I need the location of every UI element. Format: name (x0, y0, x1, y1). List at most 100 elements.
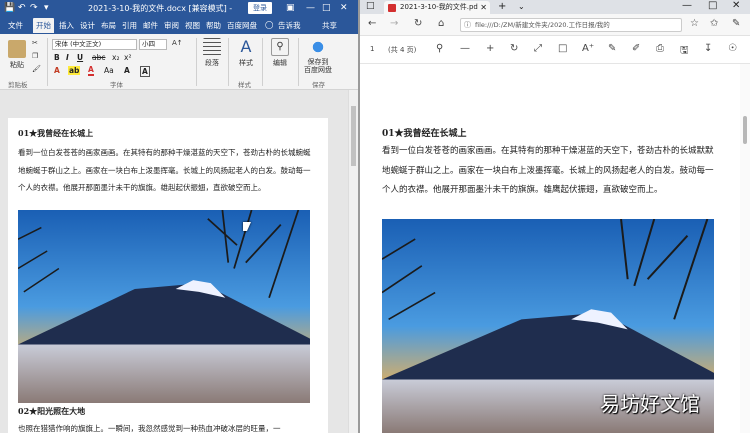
tab-baidu[interactable]: 百度网盘 (227, 20, 257, 31)
heading-1: 01★我曾经在长城上 (18, 128, 94, 138)
pdf-file-icon (388, 4, 396, 12)
save-icon[interactable]: 🖫 (680, 43, 689, 60)
paragraph-2: 也照在猎猎作响的旗旗上。一瞬间，我忽然感觉到一种热血冲破冰层的旺量，一 (18, 424, 281, 433)
forward-arrow-icon[interactable]: → (390, 18, 398, 29)
underline-button[interactable]: U (77, 53, 83, 62)
tab-view[interactable]: 视图 (185, 20, 200, 31)
tab-home[interactable]: 开始 (33, 18, 54, 33)
tell-me-search[interactable]: 告诉我 (278, 20, 301, 31)
strikethrough-button[interactable]: abc (92, 53, 105, 62)
tab-layout[interactable]: 布局 (101, 20, 116, 31)
tab-mailings[interactable]: 邮件 (143, 20, 158, 31)
char-border-icon[interactable]: A (140, 66, 150, 77)
pdf-scroll-thumb[interactable] (743, 116, 747, 144)
search-icon[interactable]: ⚲ (436, 43, 443, 54)
home-icon[interactable]: ⌂ (438, 18, 444, 29)
undo-icon[interactable]: ↶ (18, 3, 26, 13)
print-icon[interactable]: ⎙ (656, 43, 664, 54)
maximize-icon[interactable]: □ (322, 3, 331, 13)
highlight-icon[interactable]: ab (68, 66, 81, 75)
minimize-icon[interactable]: — (306, 3, 315, 13)
pen-icon[interactable]: ✎ (732, 18, 740, 29)
group-separator (262, 38, 263, 86)
tab-references[interactable]: 引用 (122, 20, 137, 31)
copy-icon[interactable]: ❐ (32, 52, 38, 60)
edge-tab-pdf[interactable]: 2021-3-10-我的文件.pd ✕ (384, 1, 490, 14)
font-size-select[interactable]: 小四 (139, 39, 167, 50)
save-to-baidu-button[interactable]: 保存到 百度网盘 (300, 38, 336, 74)
edge-close-icon[interactable]: ✕ (732, 0, 740, 11)
mouse-cursor-icon (243, 222, 251, 231)
save-to-baidu-label: 保存到 百度网盘 (304, 58, 332, 74)
tab-list-icon[interactable]: ⌄ (518, 2, 525, 11)
format-painter-icon[interactable]: 🖌 (32, 65, 41, 73)
tab-actions-icon[interactable]: □ (366, 1, 375, 11)
pdf-paragraph-1: 看到一位白发苍苍的画家画画。在其特有的那种干燥湛蓝的天空下，苍劲古朴的长城默默地… (382, 146, 714, 195)
tab-file[interactable]: 文件 (8, 20, 23, 31)
word-document-page[interactable]: 01★我曾经在长城上 看到一位白发苍苍的画家画画。在其特有的那种干燥湛蓝的天空下… (8, 118, 328, 433)
save-as-icon[interactable]: ↧ (704, 43, 712, 54)
tab-review[interactable]: 审阅 (164, 20, 179, 31)
new-tab-icon[interactable]: + (498, 1, 506, 12)
pdf-toolbar: 1 (共 4 页) ⚲ — + ↻ ⤢ □ A⁺ ✎ ✐ ⎙ 🖫 ↧ ☉ (360, 36, 750, 64)
group-font-label: 字体 (110, 81, 123, 89)
login-button[interactable]: 登录 (248, 2, 272, 14)
tab-close-icon[interactable]: ✕ (480, 1, 487, 14)
char-shading-icon[interactable]: A (124, 66, 130, 75)
url-text: file:///D:/ZM/新建文件夹/2020.工作日报/我的 (475, 21, 610, 29)
italic-button[interactable]: I (66, 53, 69, 62)
site-info-icon[interactable]: ⓘ (464, 19, 471, 31)
edge-pdf-window: □ 2021-3-10-我的文件.pd ✕ + ⌄ — □ ✕ ← → ↻ ⌂ … (360, 0, 750, 433)
paragraph-icon (203, 38, 221, 56)
tab-help[interactable]: 帮助 (206, 20, 221, 31)
redo-icon[interactable]: ↷ (30, 3, 38, 13)
font-name-select[interactable]: 宋体 (中文正文) (52, 39, 137, 50)
word-vertical-scrollbar[interactable] (348, 90, 358, 433)
plus-icon[interactable]: + (486, 43, 494, 54)
cut-icon[interactable]: ✂ (32, 39, 38, 47)
pdf-vertical-scrollbar[interactable] (740, 64, 750, 433)
word-window: 💾 ↶ ↷ ▾ 2021-3-10-我的文件.docx [兼容模式] - 登录 … (0, 0, 358, 433)
paste-button[interactable]: 粘贴 (6, 40, 28, 70)
back-arrow-icon[interactable]: ← (368, 18, 376, 29)
highlight-pen-icon[interactable]: ✐ (632, 43, 640, 54)
read-aloud-icon[interactable]: A⁺ (582, 43, 594, 54)
favorites-icon[interactable]: ✩ (710, 18, 718, 29)
clipboard-icon (8, 40, 26, 58)
rotate-icon[interactable]: ↻ (510, 43, 518, 54)
change-case-icon[interactable]: Aa (104, 66, 114, 75)
font-color-icon[interactable]: A (88, 66, 94, 76)
edge-minimize-icon[interactable]: — (682, 0, 692, 11)
grow-font-icon[interactable]: A↑ (172, 39, 183, 47)
text-effects-icon[interactable]: A (54, 66, 60, 75)
ribbon-options-icon[interactable]: ▣ (286, 3, 295, 13)
edge-maximize-icon[interactable]: □ (708, 0, 717, 11)
tab-insert[interactable]: 插入 (59, 20, 74, 31)
pdf-page[interactable]: 01★我曾经在长城上 看到一位白发苍苍的画家画画。在其特有的那种干燥湛蓝的天空下… (368, 70, 744, 433)
save-icon[interactable]: 💾 (4, 3, 15, 13)
draw-icon[interactable]: ✎ (608, 43, 616, 54)
close-icon[interactable]: ✕ (340, 3, 348, 13)
editing-button[interactable]: ⚲ 编辑 (268, 38, 292, 68)
bold-button[interactable]: B (54, 53, 60, 62)
group-save-label: 保存 (312, 81, 325, 89)
styles-button[interactable]: A 样式 (234, 38, 258, 68)
subscript-button[interactable]: x₂ (112, 53, 119, 62)
refresh-icon[interactable]: ↻ (414, 18, 422, 29)
tab-design[interactable]: 设计 (80, 20, 95, 31)
page-number-input[interactable]: 1 (370, 45, 374, 53)
word-scroll-thumb[interactable] (351, 106, 356, 166)
share-button[interactable]: 共享 (322, 20, 337, 31)
pin-toolbar-icon[interactable]: ☉ (728, 43, 737, 54)
page-view-icon[interactable]: □ (558, 43, 567, 54)
fit-page-icon[interactable]: ⤢ (534, 43, 542, 54)
star-icon[interactable]: ☆ (690, 18, 699, 29)
editing-label: 编辑 (273, 59, 287, 67)
paragraph-1: 看到一位白发苍苍的画家画画。在其特有的那种干燥湛蓝的天空下，苍劲古朴的长城蜿蜒地… (18, 148, 311, 192)
paragraph-button[interactable]: 段落 (200, 38, 224, 68)
baidu-cloud-icon (309, 38, 327, 56)
minus-icon[interactable]: — (460, 43, 470, 54)
customize-toolbar-icon[interactable]: ▾ (44, 3, 49, 13)
url-input[interactable]: ⓘ file:///D:/ZM/新建文件夹/2020.工作日报/我的 (460, 18, 682, 32)
superscript-button[interactable]: x² (124, 53, 131, 62)
